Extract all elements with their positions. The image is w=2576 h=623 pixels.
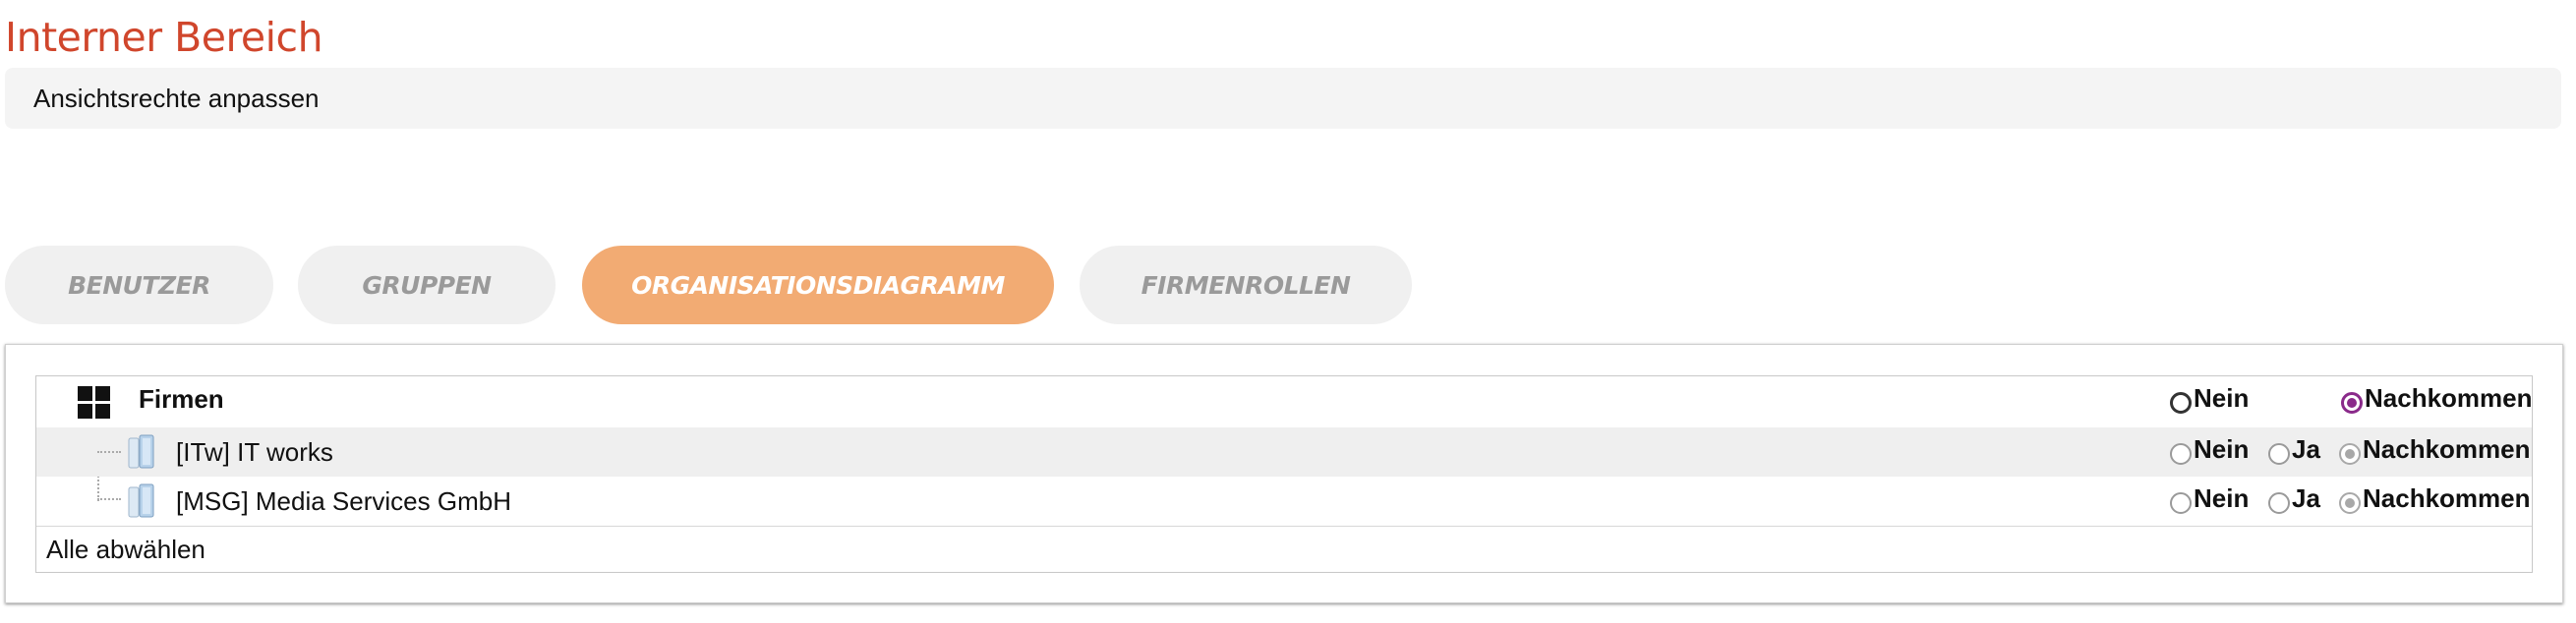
tree-node-row: [MSG] Media Services GmbH Nein Ja Nachko… <box>36 477 2532 526</box>
node-option-nachkommen[interactable]: Nachkommen <box>2339 482 2531 514</box>
root-radio-nachkommen[interactable] <box>2341 392 2363 414</box>
tree-node-label: [ITw] IT works <box>176 437 333 467</box>
org-tree: Firmen Nein Nachkommen [ITw] IT works Ne… <box>35 375 2533 573</box>
subtitle-bar: Ansichtsrechte anpassen <box>5 68 2561 129</box>
node-radio-ja[interactable] <box>2268 443 2290 465</box>
node-radio-nein[interactable] <box>2170 492 2192 514</box>
root-option-nachkommen-label: Nachkommen <box>2365 382 2533 413</box>
tab-organisationsdiagramm[interactable]: ORGANISATIONSDIAGRAMM <box>582 246 1054 324</box>
node-option-nein[interactable]: Nein <box>2170 433 2249 465</box>
deselect-all-link[interactable]: Alle abwählen <box>46 535 205 565</box>
page-title: Interner Bereich <box>5 14 323 61</box>
node-option-nachkommen-label: Nachkommen <box>2363 482 2531 513</box>
folder-icon <box>128 483 154 518</box>
node-radio-nachkommen[interactable] <box>2339 443 2361 465</box>
root-radio-nein[interactable] <box>2170 392 2192 414</box>
node-option-ja-label: Ja <box>2292 433 2320 464</box>
tree-root-label: Firmen <box>139 384 224 414</box>
tab-bar: BENUTZER GRUPPEN ORGANISATIONSDIAGRAMM F… <box>5 246 1480 324</box>
node-option-nein[interactable]: Nein <box>2170 482 2249 514</box>
root-option-nein[interactable]: Nein <box>2170 382 2249 414</box>
tree-node-row: [ITw] IT works Nein Ja Nachkommen <box>36 427 2532 477</box>
node-option-nachkommen[interactable]: Nachkommen <box>2339 433 2531 465</box>
node-option-nachkommen-label: Nachkommen <box>2363 433 2531 464</box>
org-chart-panel: Firmen Nein Nachkommen [ITw] IT works Ne… <box>5 344 2563 603</box>
tree-connector <box>97 498 121 500</box>
node-option-nein-label: Nein <box>2194 433 2250 464</box>
node-option-nein-label: Nein <box>2194 482 2250 513</box>
tree-root-row: Firmen Nein Nachkommen <box>36 376 2533 427</box>
tree-connector <box>97 451 121 453</box>
node-option-ja[interactable]: Ja <box>2268 433 2320 465</box>
node-option-ja-label: Ja <box>2292 482 2320 513</box>
grid-icon <box>78 386 111 420</box>
tab-firmenrollen[interactable]: FIRMENROLLEN <box>1080 246 1412 324</box>
node-radio-ja[interactable] <box>2268 492 2290 514</box>
node-option-ja[interactable]: Ja <box>2268 482 2320 514</box>
node-radio-nachkommen[interactable] <box>2339 492 2361 514</box>
deselect-row: Alle abwählen <box>36 526 2532 573</box>
page-subtitle: Ansichtsrechte anpassen <box>33 84 320 113</box>
folder-icon <box>128 434 154 469</box>
root-option-nachkommen[interactable]: Nachkommen <box>2341 382 2533 414</box>
node-radio-nein[interactable] <box>2170 443 2192 465</box>
tab-gruppen[interactable]: GRUPPEN <box>298 246 556 324</box>
tree-node-label: [MSG] Media Services GmbH <box>176 486 511 516</box>
tab-benutzer[interactable]: BENUTZER <box>5 246 273 324</box>
root-option-nein-label: Nein <box>2194 382 2250 413</box>
